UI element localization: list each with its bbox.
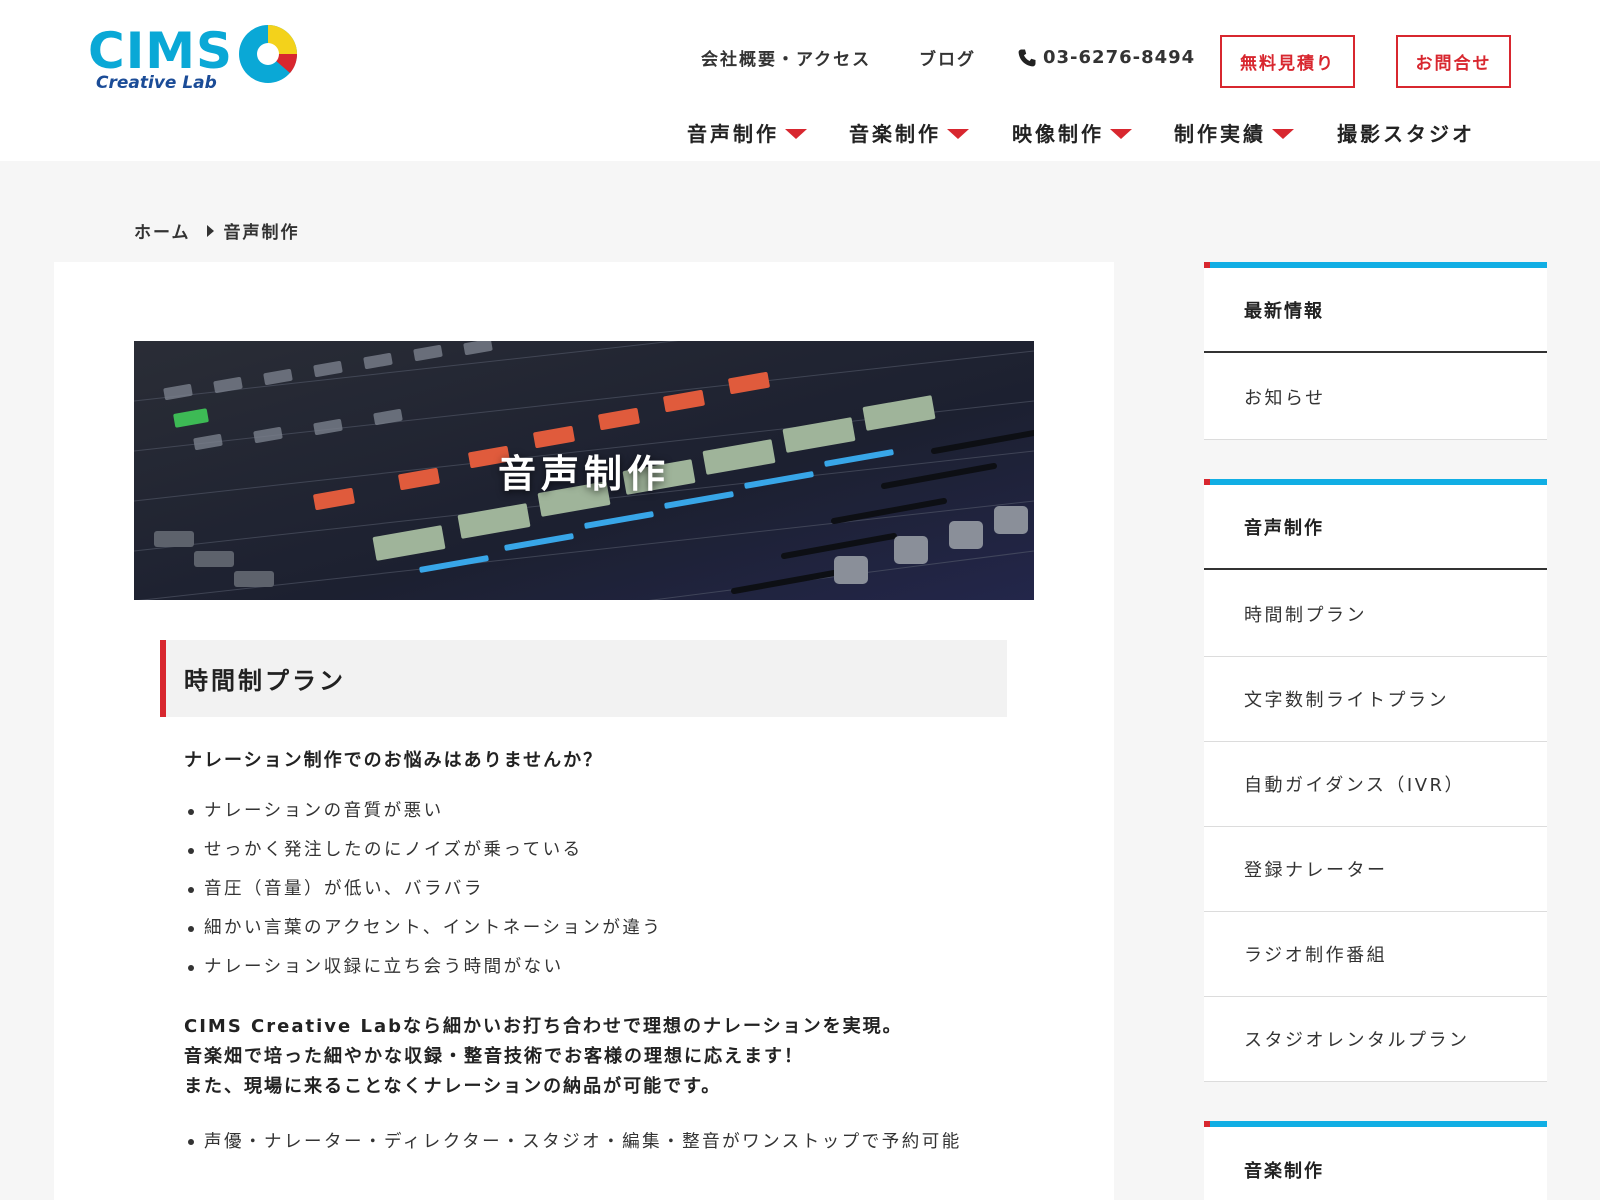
section-title: 時間制プラン (160, 640, 1007, 717)
list-item: 細かい言葉のアクセント、イントネーションが違う (184, 909, 662, 948)
main-nav-music[interactable]: 音楽制作 (849, 120, 969, 148)
breadcrumb-home-link[interactable]: ホーム (134, 218, 191, 243)
list-item: せっかく発注したのにノイズが乗っている (184, 831, 662, 870)
sidebar-heading: 最新情報 (1204, 268, 1547, 353)
paragraph-line: また、現場に来ることなくナレーションの納品が可能です。 (184, 1076, 722, 1097)
list-item-text: 細かい言葉のアクセント、イントネーションが違う (204, 918, 663, 938)
main-content: 音声制作 時間制プラン ナレーション制作でのお悩みはありませんか？ ナレーション… (54, 262, 1114, 1200)
bullet-dot-icon (188, 886, 194, 893)
caret-down-icon (947, 129, 969, 139)
phone-number: 03-6276-8494 (1043, 47, 1196, 68)
caret-down-icon (785, 129, 807, 139)
nav-company-link[interactable]: 会社概要・アクセス (701, 48, 871, 72)
list-item-text: ナレーションの音質が悪い (204, 801, 444, 821)
main-nav-studio[interactable]: 撮影スタジオ (1337, 120, 1475, 148)
main-nav-voice[interactable]: 音声制作 (687, 120, 807, 148)
list-item-text: 声優・ナレーター・ディレクター・スタジオ・編集・整音がワンストップで予約可能 (204, 1132, 962, 1152)
breadcrumb: ホーム 音声制作 (134, 218, 300, 243)
bullet-dot-icon (188, 808, 194, 815)
intro-paragraph: CIMS Creative Labなら細かいお打ち合わせで理想のナレーションを実… (184, 1012, 903, 1102)
concern-list: ナレーションの音質が悪い せっかく発注したのにノイズが乗っている 音圧（音量）が… (184, 792, 662, 987)
sidebar-item-narrators[interactable]: 登録ナレーター (1204, 827, 1547, 912)
main-nav-label: 音楽制作 (849, 122, 941, 146)
free-estimate-button[interactable]: 無料見積り (1220, 35, 1355, 88)
sidebar-item-studio-rental[interactable]: スタジオレンタルプラン (1204, 997, 1547, 1082)
bullet-dot-icon (188, 925, 194, 932)
sidebar-item-ivr[interactable]: 自動ガイダンス（IVR） (1204, 742, 1547, 827)
main-nav-label: 映像制作 (1012, 122, 1104, 146)
list-item: 音圧（音量）が低い、バラバラ (184, 870, 662, 909)
sidebar-item-radio[interactable]: ラジオ制作番組 (1204, 912, 1547, 997)
sidebar-item-char-plan[interactable]: 文字数制ライトプラン (1204, 657, 1547, 742)
site-logo[interactable]: CIMS Creative Lab (88, 22, 304, 102)
list-item: ナレーションの音質が悪い (184, 792, 662, 831)
list-item-text: 音圧（音量）が低い、バラバラ (204, 879, 484, 899)
main-nav-label: 制作実績 (1174, 122, 1266, 146)
feature-list: 声優・ナレーター・ディレクター・スタジオ・編集・整音がワンストップで予約可能 (184, 1127, 994, 1157)
sidebar-news: 最新情報 お知らせ (1204, 262, 1547, 440)
sidebar-voice: 音声制作 時間制プラン 文字数制ライトプラン 自動ガイダンス（IVR） 登録ナレ… (1204, 479, 1547, 1082)
phone-link[interactable]: 03-6276-8494 (1017, 47, 1195, 68)
hero-title: 音声制作 (497, 452, 670, 496)
main-nav-video[interactable]: 映像制作 (1012, 120, 1132, 148)
site-header: CIMS Creative Lab 会社概要・アクセス ブログ 03-6276-… (0, 0, 1600, 161)
logo-subtitle: Creative Lab (96, 73, 217, 93)
bullet-dot-icon (188, 1139, 194, 1145)
sidebar-item-news[interactable]: お知らせ (1204, 355, 1547, 440)
main-nav-label: 音声制作 (687, 122, 779, 146)
paragraph-line: 音楽畑で培った細やかな収録・整音技術でお客様の理想に応えます！ (184, 1046, 804, 1067)
hero-banner: 音声制作 (134, 341, 1034, 600)
list-item: 声優・ナレーター・ディレクター・スタジオ・編集・整音がワンストップで予約可能 (184, 1127, 994, 1157)
sidebar-heading: 音楽制作 (1244, 1160, 1324, 1182)
lead-text: ナレーション制作でのお悩みはありませんか？ (184, 750, 604, 771)
sidebar-item-time-plan[interactable]: 時間制プラン (1204, 572, 1547, 657)
caret-down-icon (1110, 129, 1132, 139)
main-nav-label: 撮影スタジオ (1337, 122, 1475, 146)
logo-mark-icon (239, 25, 298, 83)
breadcrumb-arrow-icon (206, 224, 214, 237)
list-item: ナレーション収録に立ち会う時間がない (184, 948, 662, 987)
paragraph-line: CIMS Creative Labなら細かいお打ち合わせで理想のナレーションを実… (184, 1016, 903, 1037)
nav-blog-link[interactable]: ブログ (919, 48, 976, 72)
list-item-text: せっかく発注したのにノイズが乗っている (204, 840, 583, 860)
contact-button[interactable]: お問合せ (1396, 35, 1511, 88)
phone-icon (1018, 49, 1036, 66)
bullet-dot-icon (188, 964, 194, 971)
caret-down-icon (1272, 129, 1294, 139)
breadcrumb-current: 音声制作 (223, 223, 300, 243)
main-nav-works[interactable]: 制作実績 (1174, 120, 1294, 148)
sidebar-music: 音楽制作 (1204, 1121, 1547, 1200)
bullet-dot-icon (188, 847, 194, 854)
list-item-text: ナレーション収録に立ち会う時間がない (204, 957, 564, 977)
sidebar-heading: 音声制作 (1204, 485, 1547, 570)
